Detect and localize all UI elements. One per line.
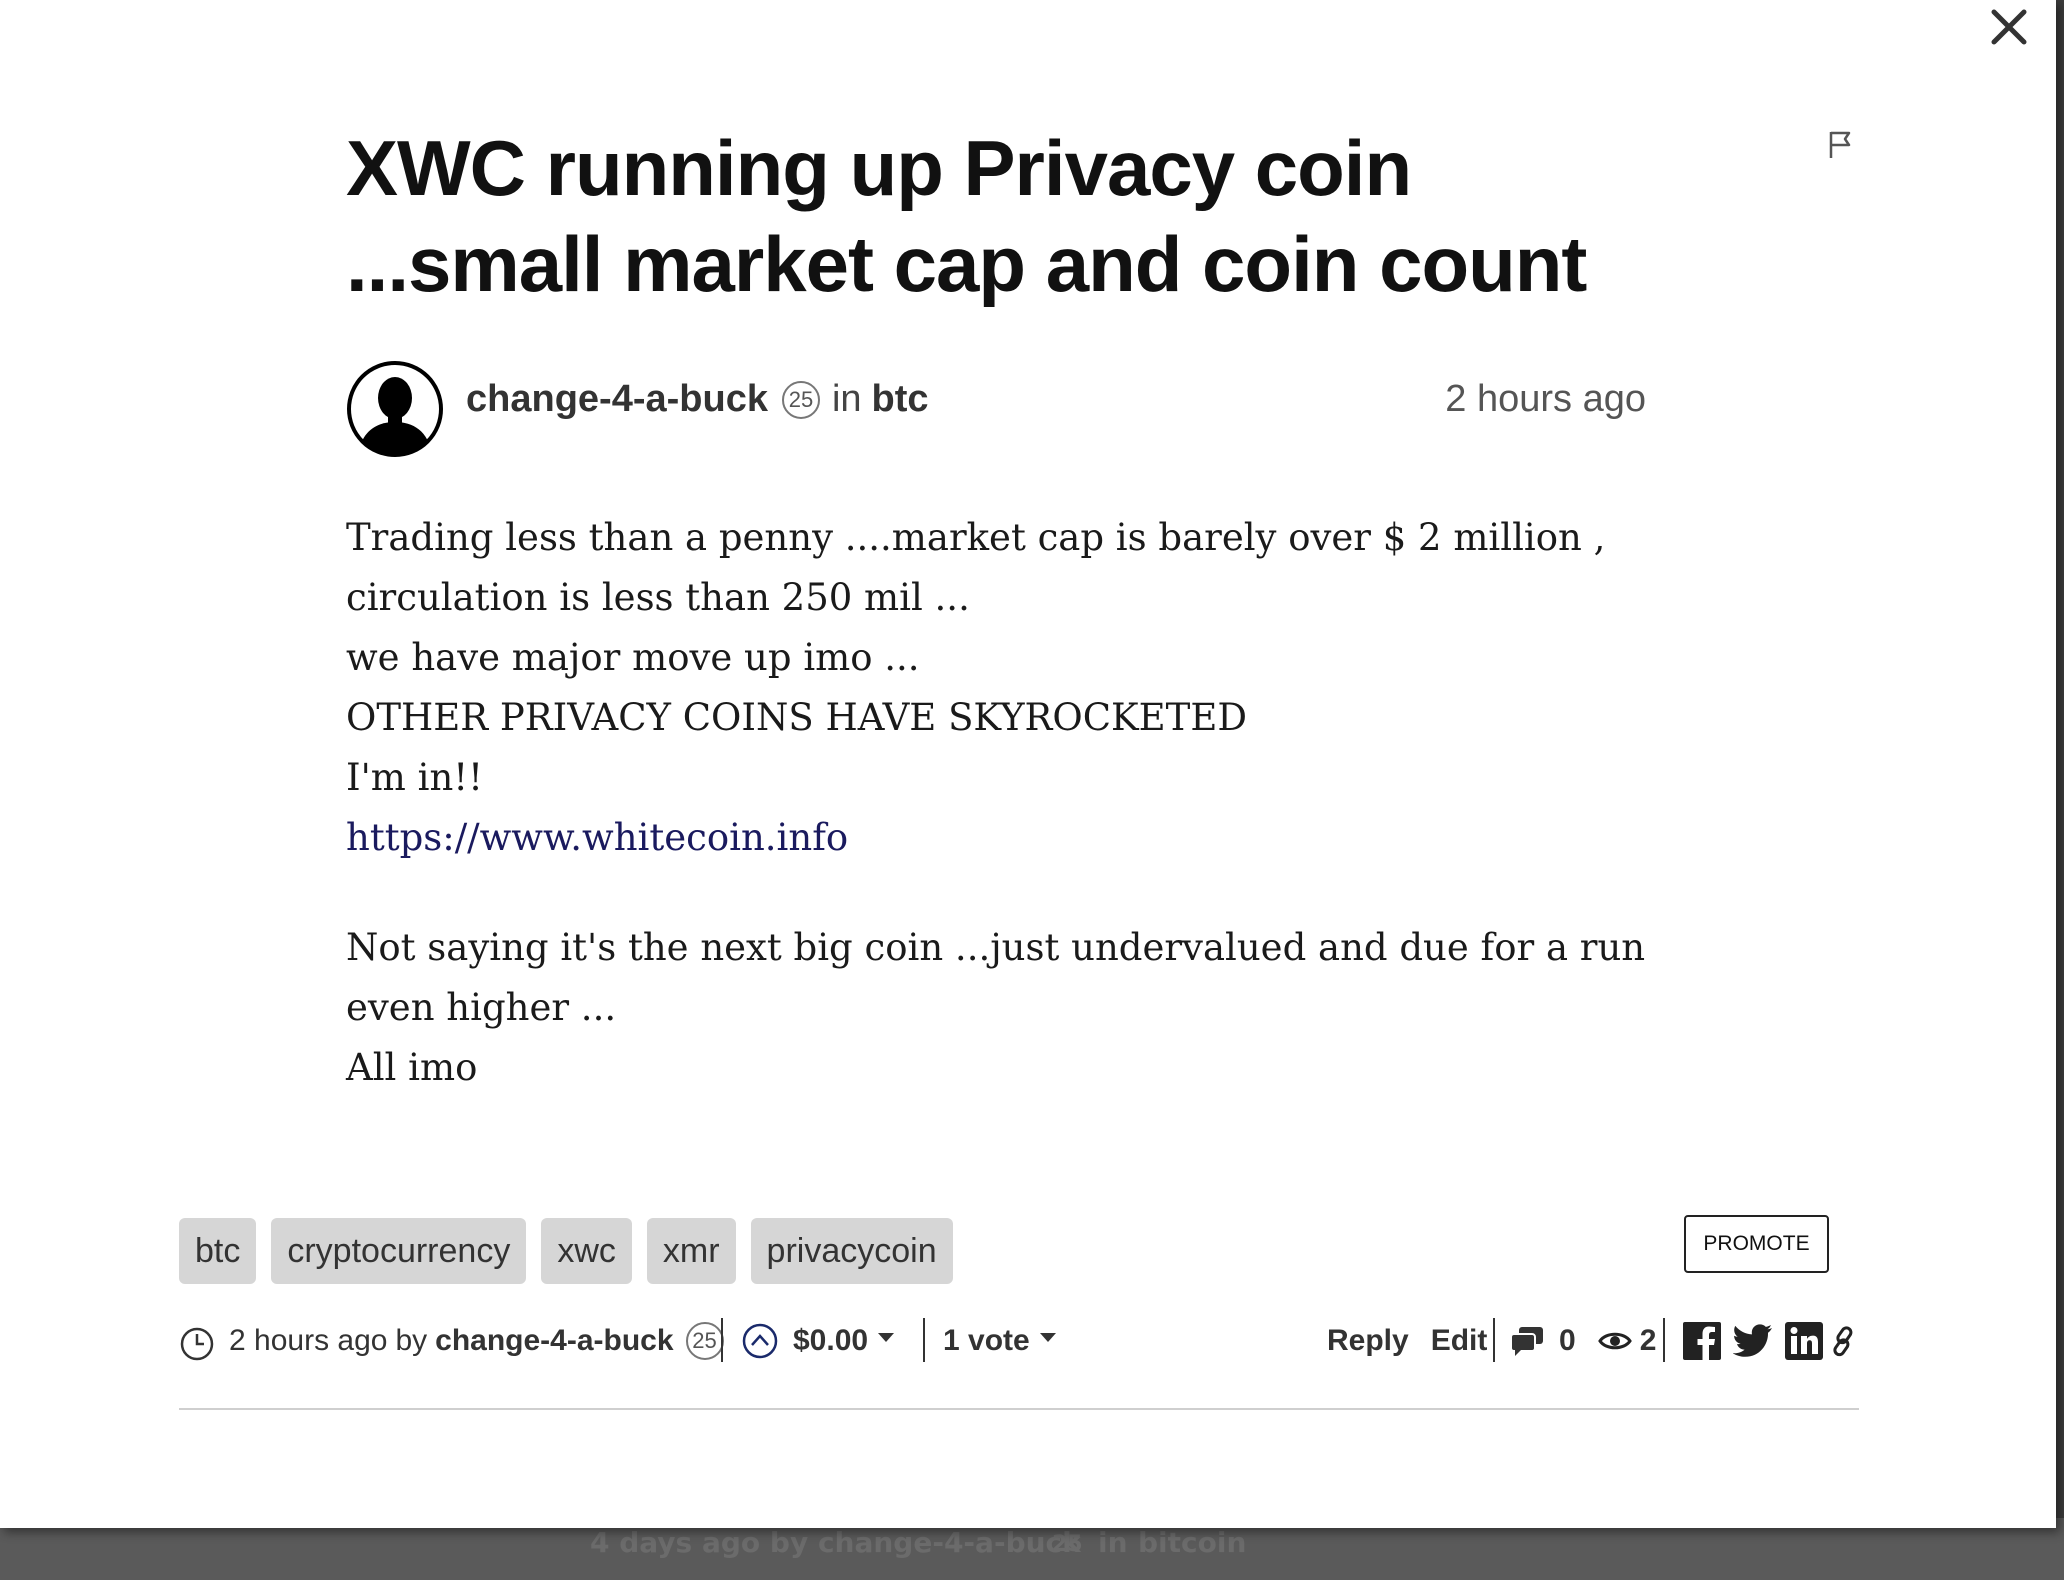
tag-list: btc cryptocurrency xwc xmr privacycoin [179, 1218, 953, 1284]
votes-area: 1 vote [943, 1318, 1056, 1364]
divider [923, 1318, 925, 1362]
comments-count: 0 [1559, 1324, 1576, 1357]
divider [1663, 1318, 1665, 1362]
in-label: in [831, 378, 862, 420]
tag-btc[interactable]: btc [179, 1218, 257, 1284]
body-paragraph-1: Trading less than a penny ....market cap… [346, 508, 1676, 868]
tag-xwc[interactable]: xwc [541, 1218, 632, 1284]
footer-time-author: 2 hours ago by change-4-a-buck 25 [179, 1318, 724, 1364]
voting-area: $0.00 [741, 1318, 895, 1364]
whitecoin-link[interactable]: https://www.whitecoin.info [346, 808, 1676, 868]
avatar[interactable] [346, 360, 444, 458]
reply-link[interactable]: Reply [1327, 1324, 1409, 1358]
views-count: 2 [1639, 1324, 1657, 1357]
post-modal: XWC running up Privacy coin ...small mar… [0, 0, 2056, 1528]
tag-xmr[interactable]: xmr [646, 1218, 736, 1284]
author-meta: change-4-a-buck 25 in btc [466, 378, 929, 421]
post-actions: Reply Edit [1327, 1318, 1487, 1364]
body-line: I'm in!! [346, 756, 484, 799]
footer-reputation-badge: 25 [685, 1322, 724, 1360]
post-footer: 2 hours ago by change-4-a-buck 25 $0.00 … [179, 1318, 1859, 1364]
body-line: circulation is less than 250 mil ... [346, 576, 970, 619]
divider [721, 1318, 723, 1362]
close-icon[interactable] [1984, 2, 2034, 52]
flag-icon[interactable] [1827, 128, 1857, 162]
post-body: Trading less than a penny ....market cap… [346, 508, 1676, 1148]
payout-dropdown-caret[interactable] [878, 1332, 895, 1342]
body-line: we have major move up imo ... [346, 636, 920, 679]
author-name-link[interactable]: change-4-a-buck [466, 378, 768, 421]
footer-timestamp[interactable]: 2 hours ago [229, 1324, 387, 1358]
reputation-badge: 25 [781, 380, 820, 419]
body-line: Trading less than a penny ....market cap… [346, 516, 1606, 559]
body-line: Not saying it's the next big coin ...jus… [346, 926, 1646, 1029]
tag-cryptocurrency[interactable]: cryptocurrency [271, 1218, 527, 1284]
twitter-icon[interactable] [1733, 1324, 1773, 1358]
background-post-meta: 4 days ago by change-4-a-buck [590, 1526, 1081, 1559]
footer-divider [179, 1408, 1859, 1410]
body-paragraph-2: Not saying it's the next big coin ...jus… [346, 918, 1676, 1098]
background-rep-badge: 25 [1052, 1532, 1083, 1557]
divider [1493, 1318, 1495, 1362]
body-line: All imo [346, 1046, 478, 1089]
post-timestamp[interactable]: 2 hours ago [1445, 378, 1646, 421]
by-label: by [395, 1324, 428, 1357]
edit-link[interactable]: Edit [1431, 1324, 1488, 1358]
eye-icon [1597, 1332, 1632, 1350]
facebook-icon[interactable] [1683, 1322, 1721, 1360]
background-in-label: in [1098, 1526, 1128, 1559]
body-line: OTHER PRIVACY COINS HAVE SKYROCKETED [346, 696, 1248, 739]
clock-icon [180, 1327, 214, 1361]
category-link[interactable]: btc [872, 378, 929, 421]
footer-author-link[interactable]: change-4-a-buck [435, 1324, 673, 1358]
payout-value[interactable]: $0.00 [793, 1324, 868, 1358]
linkedin-icon[interactable] [1785, 1322, 1823, 1360]
post-title: XWC running up Privacy coin ...small mar… [346, 124, 1587, 308]
votes-count[interactable]: 1 vote [943, 1324, 1030, 1358]
tag-privacycoin[interactable]: privacycoin [750, 1218, 953, 1284]
share-area [1683, 1318, 1857, 1364]
upvote-icon[interactable] [741, 1322, 779, 1360]
post-author-row: change-4-a-buck 25 in btc 2 hours ago [346, 360, 1646, 460]
comments-icon[interactable] [1509, 1325, 1545, 1357]
stats-area: 0 2 [1509, 1318, 1656, 1364]
background-category: bitcoin [1138, 1526, 1247, 1559]
link-icon[interactable] [1831, 1325, 1857, 1357]
votes-dropdown-caret[interactable] [1039, 1332, 1056, 1342]
promote-button[interactable]: PROMOTE [1684, 1215, 1829, 1273]
